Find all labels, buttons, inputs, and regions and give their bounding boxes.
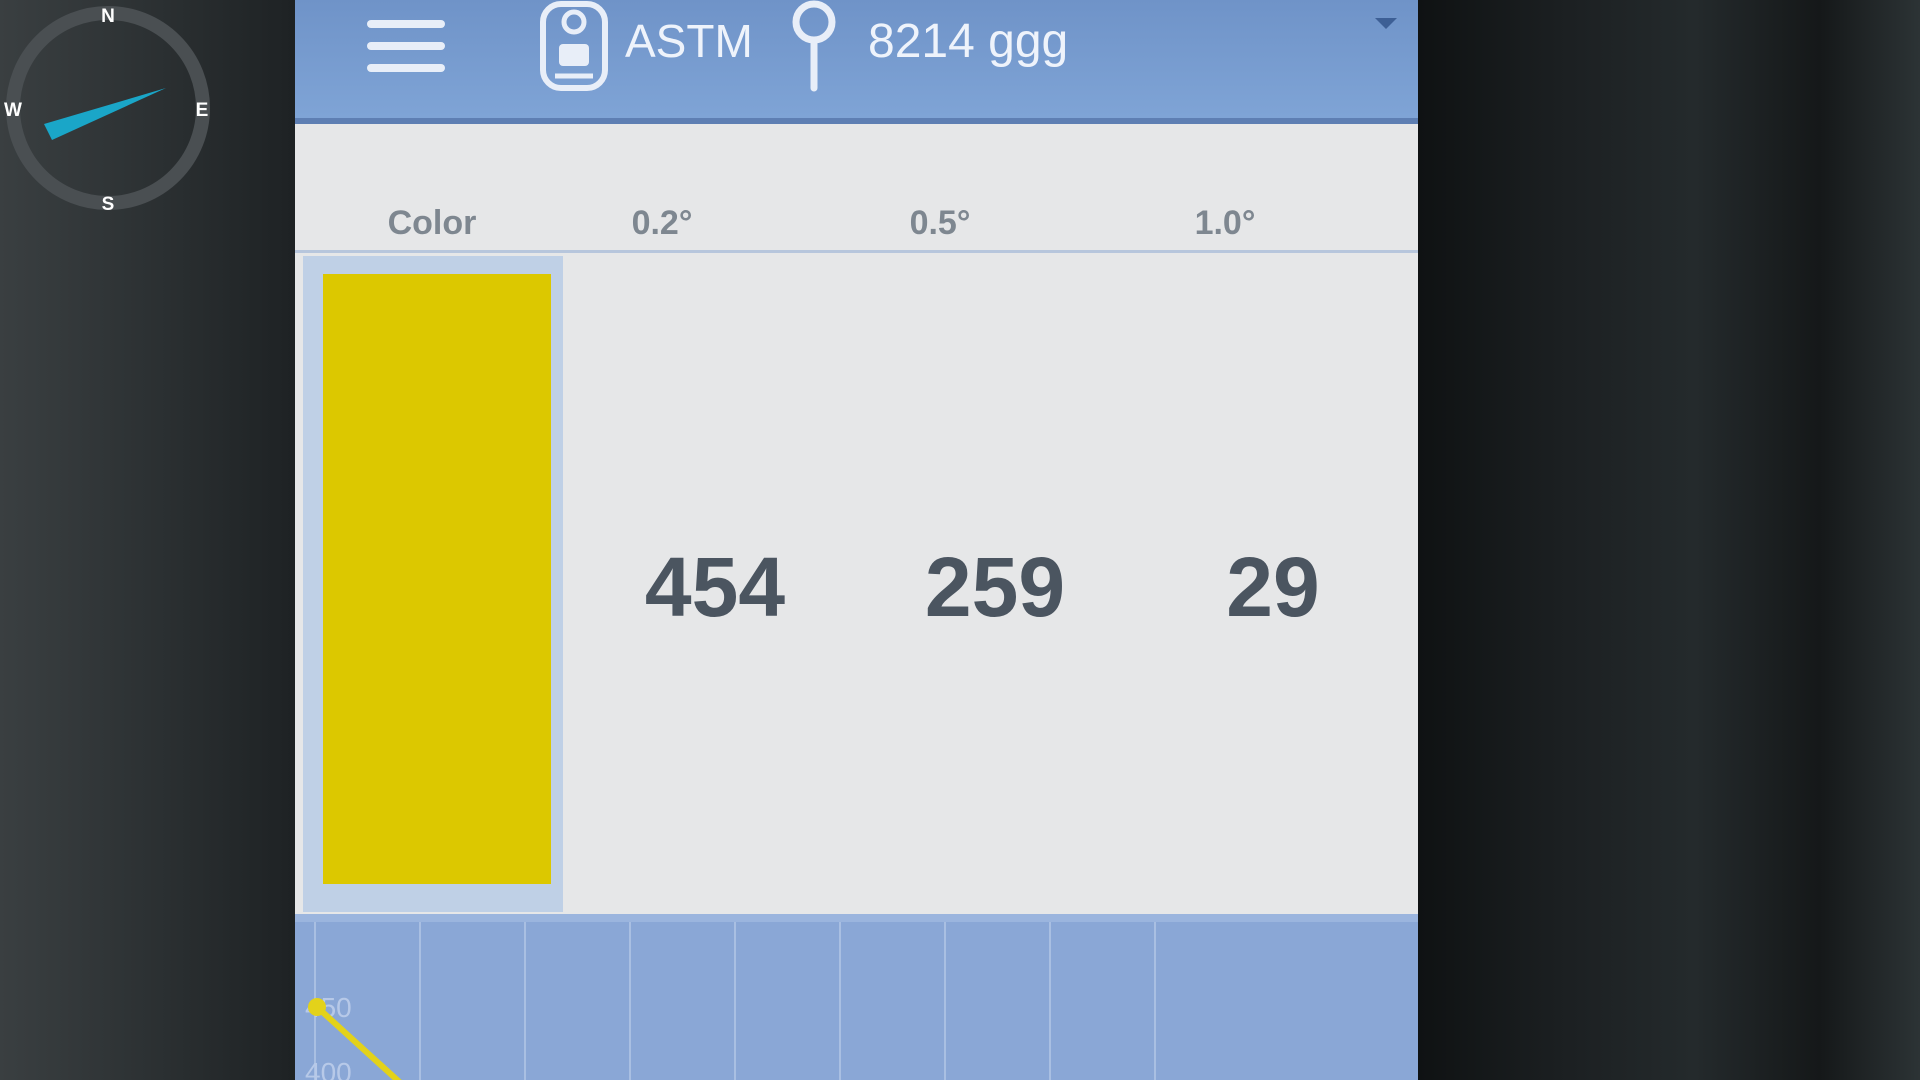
location-pin-icon xyxy=(792,0,836,92)
column-header-color: Color xyxy=(387,204,477,242)
compass-needle-icon xyxy=(44,88,166,140)
column-header-0-5: 0.5° xyxy=(909,204,971,242)
chart-ytick-label: 400 xyxy=(305,1057,352,1080)
compass-north-label: N xyxy=(101,6,115,27)
column-header-0-2: 0.2° xyxy=(631,204,693,242)
column-header-1-0: 1.0° xyxy=(1194,204,1256,242)
compass-west-label: W xyxy=(4,100,22,121)
compass-south-label: S xyxy=(102,194,115,215)
compass-east-label: E xyxy=(196,100,209,121)
compass-widget: N S E W xyxy=(4,6,210,215)
header-divider xyxy=(295,250,1418,253)
app-bar: ASTM 8214 ggg xyxy=(295,0,1418,124)
color-swatch-frame xyxy=(303,256,563,912)
dropdown-caret-icon[interactable] xyxy=(1375,18,1397,29)
menu-icon[interactable] xyxy=(367,20,445,76)
device-icon xyxy=(540,1,608,91)
reading-1-0: 29 xyxy=(1226,540,1320,634)
location-selector[interactable]: 8214 ggg xyxy=(868,14,1068,69)
chart-canvas: 450400 xyxy=(305,922,1156,1080)
readings-panel: Color 0.2° 0.5° 1.0° 454 259 29 xyxy=(295,124,1418,914)
reading-0-5: 259 xyxy=(924,540,1066,634)
color-swatch xyxy=(323,274,551,884)
device-screen: ASTM 8214 ggg Color 0.2° 0.5° 1.0° 454 2… xyxy=(295,0,1418,1080)
reading-0-2: 454 xyxy=(644,540,786,634)
history-chart: 450 400 xyxy=(295,914,1418,1080)
device-bezel-right xyxy=(1418,0,1920,1080)
chart-data-point xyxy=(308,998,326,1016)
app-name: ASTM xyxy=(625,15,753,67)
